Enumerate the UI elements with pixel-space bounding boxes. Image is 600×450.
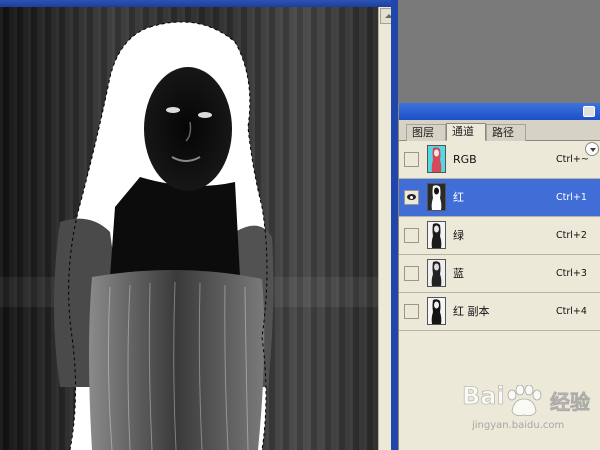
- document-window: [0, 0, 398, 450]
- palette-tab-strip: 图层 通道 路径: [399, 120, 600, 156]
- image-canvas[interactable]: [0, 7, 378, 450]
- channel-shortcut: Ctrl+3: [556, 268, 587, 279]
- channel-row-red[interactable]: 红 Ctrl+1: [399, 179, 600, 217]
- channel-name: RGB: [453, 153, 477, 166]
- channel-shortcut: Ctrl+4: [556, 306, 587, 317]
- channel-shortcut: Ctrl+2: [556, 230, 587, 241]
- baidu-jingyan-watermark: Bai 经验 jingyan.baidu.com: [462, 382, 596, 444]
- visibility-toggle[interactable]: [404, 266, 419, 281]
- watermark-url: jingyan.baidu.com: [472, 420, 565, 431]
- channel-row-red-copy[interactable]: 红 副本 Ctrl+4: [399, 293, 600, 331]
- channel-list: RGB Ctrl+~ 红 Ctrl+1 绿 Ctrl+2 蓝 Ctrl+3 红 …: [399, 141, 600, 331]
- channel-thumbnail: [427, 259, 446, 287]
- channel-shortcut: Ctrl+1: [556, 192, 587, 203]
- channel-thumbnail: [427, 183, 446, 211]
- channel-thumbnail: [427, 221, 446, 249]
- channel-thumbnail: [427, 297, 446, 325]
- tab-paths[interactable]: 路径: [486, 124, 526, 141]
- tab-layers[interactable]: 图层: [406, 124, 446, 141]
- document-titlebar[interactable]: [0, 0, 398, 7]
- channel-name: 红: [453, 191, 464, 204]
- tab-channels[interactable]: 通道: [446, 123, 486, 141]
- visibility-toggle[interactable]: [404, 152, 419, 167]
- paw-logo-icon: [507, 385, 542, 416]
- visibility-toggle[interactable]: [404, 304, 419, 319]
- eye-icon: [407, 194, 416, 200]
- channel-name: 红 副本: [453, 305, 490, 318]
- channel-thumbnail: [427, 145, 446, 173]
- visibility-toggle[interactable]: [404, 228, 419, 243]
- inverted-portrait-image: [0, 21, 378, 450]
- channel-name: 蓝: [453, 267, 464, 280]
- close-icon[interactable]: [583, 106, 595, 117]
- watermark-brand: Bai: [462, 382, 505, 411]
- channel-row-rgb[interactable]: RGB Ctrl+~: [399, 141, 600, 179]
- palette-titlebar[interactable]: [399, 103, 600, 120]
- watermark-text: 经验: [550, 390, 591, 415]
- channel-shortcut: Ctrl+~: [556, 154, 589, 165]
- visibility-toggle[interactable]: [404, 190, 419, 205]
- channel-name: 绿: [453, 229, 464, 242]
- window-frame-divider: [391, 0, 398, 450]
- channel-row-green[interactable]: 绿 Ctrl+2: [399, 217, 600, 255]
- channel-row-blue[interactable]: 蓝 Ctrl+3: [399, 255, 600, 293]
